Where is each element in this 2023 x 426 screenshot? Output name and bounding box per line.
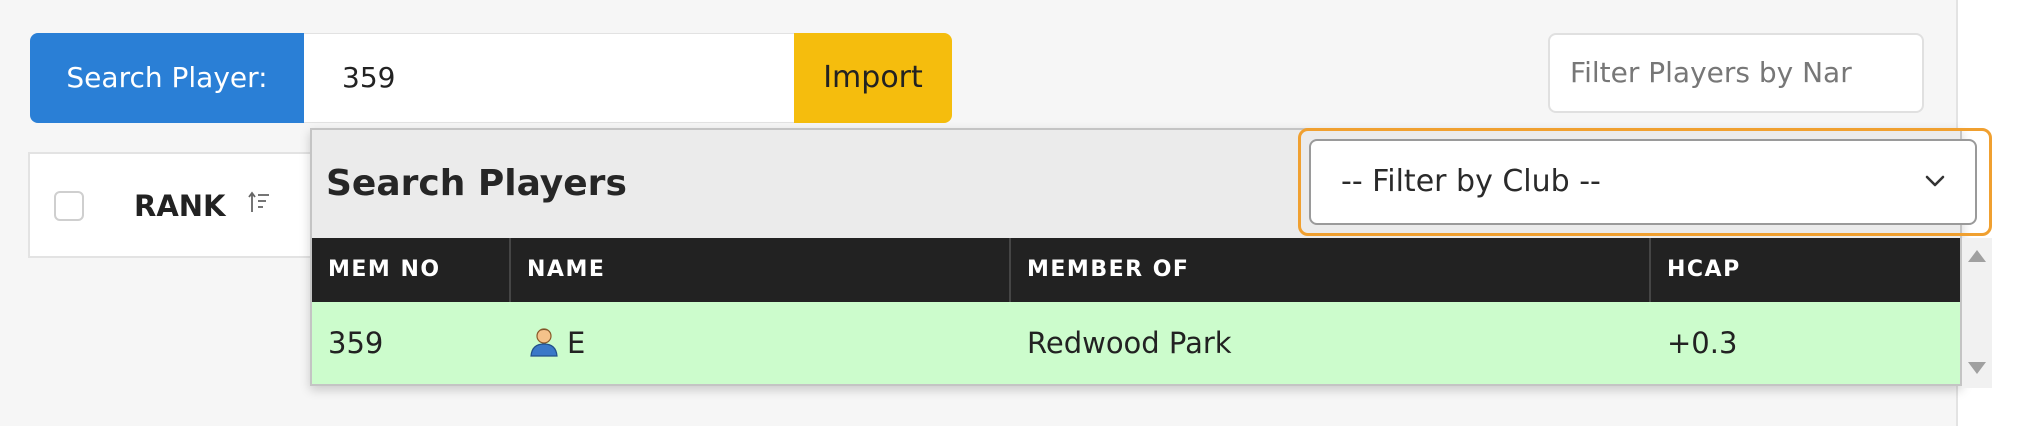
row-name: E	[567, 326, 586, 360]
rank-column-header[interactable]: RANK	[134, 184, 226, 228]
club-filter-selected: -- Filter by Club --	[1341, 164, 1601, 199]
club-filter-select[interactable]: -- Filter by Club --	[1309, 139, 1977, 225]
table-row[interactable]: 359 E Redwood Park +0.3	[312, 302, 1960, 384]
results-scrollbar[interactable]	[1962, 238, 1992, 388]
row-member-of: Redwood Park	[1027, 326, 1232, 360]
filter-players-by-name-input[interactable]: Filter Players by Nar	[1548, 33, 1924, 113]
chevron-down-icon	[1925, 175, 1945, 187]
row-hcap: +0.3	[1667, 326, 1738, 360]
import-button[interactable]: Import	[794, 33, 952, 123]
sort-ascending-icon-graphic	[248, 191, 269, 212]
club-filter-focus-outline: -- Filter by Club --	[1298, 128, 1992, 236]
search-player-input[interactable]: 359	[304, 33, 794, 123]
scroll-up-arrow-icon[interactable]	[1968, 250, 1986, 262]
popup-title: Search Players	[326, 163, 627, 204]
sort-ascending-icon[interactable]	[248, 190, 270, 223]
results-table-header: MEM NO NAME MEMBER OF HCAP	[312, 238, 1960, 302]
row-name-cell: E	[511, 302, 1011, 384]
person-icon	[530, 328, 558, 357]
players-table-header: RANK	[28, 152, 318, 258]
select-all-checkbox[interactable]	[54, 191, 84, 221]
column-header-mem-no[interactable]: MEM NO	[312, 238, 509, 302]
row-mem-no: 359	[328, 326, 384, 360]
page-root: Search Player: 359 Import Filter Players…	[0, 0, 2023, 426]
column-header-name[interactable]: NAME	[511, 238, 1009, 302]
scroll-down-arrow-icon[interactable]	[1968, 362, 1986, 374]
search-player-label: Search Player:	[30, 33, 304, 123]
column-header-hcap[interactable]: HCAP	[1651, 238, 1960, 302]
column-header-member-of[interactable]: MEMBER OF	[1011, 238, 1649, 302]
